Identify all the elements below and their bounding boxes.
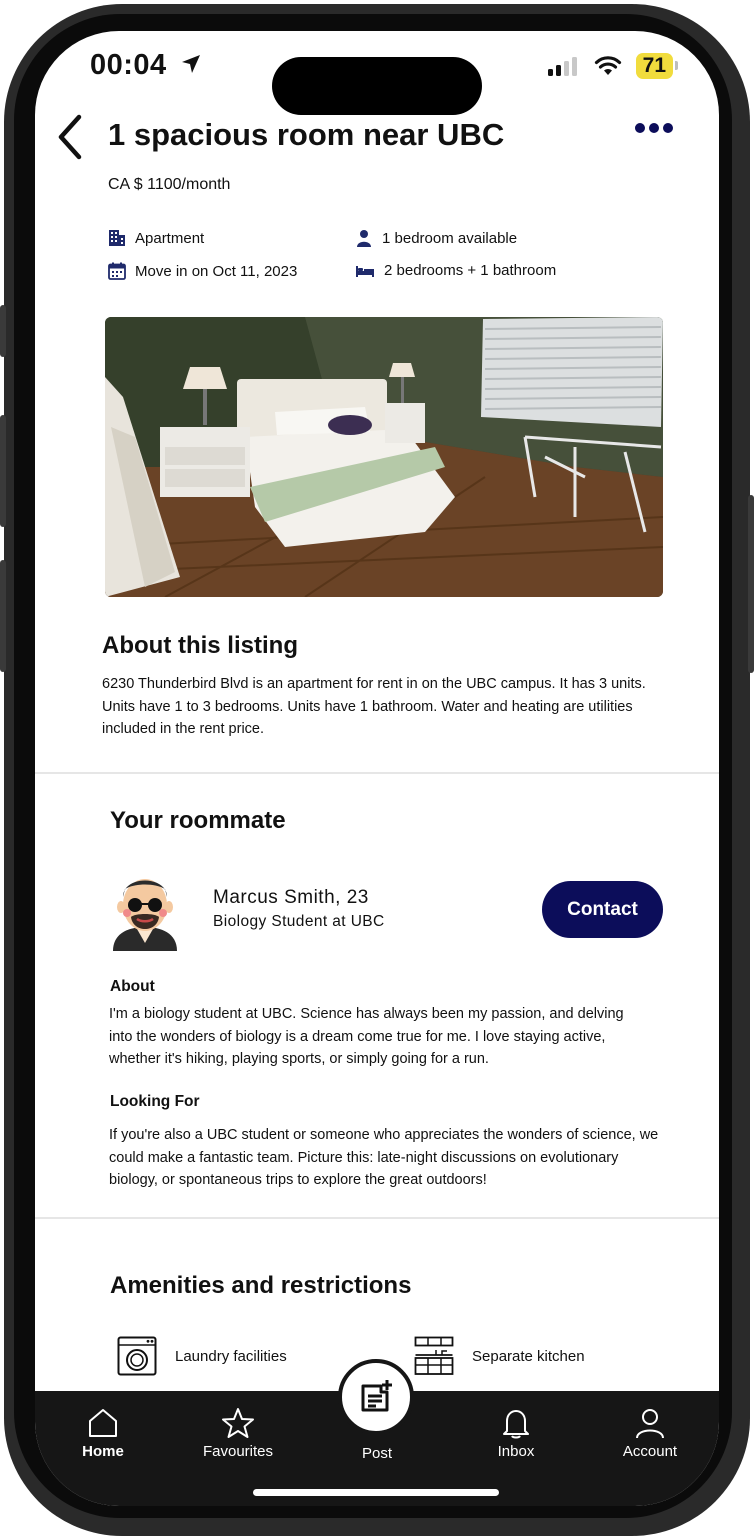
roommate-about-text: I'm a biology student at UBC. Science ha… <box>109 1006 624 1067</box>
power-button <box>748 495 754 673</box>
listing-title: 1 spacious room near UBC <box>108 117 505 152</box>
roommate-subtitle: Biology Student at UBC <box>213 913 385 930</box>
about-listing-heading: About this listing <box>102 632 298 659</box>
fact-bedrooms-available-label: 1 bedroom available <box>382 229 518 247</box>
listing-price: CA $ 1100/month <box>108 176 231 193</box>
washing-machine-icon <box>117 1336 157 1376</box>
silent-switch <box>0 305 6 357</box>
wifi-icon <box>594 56 621 75</box>
more-options-button[interactable] <box>635 123 673 133</box>
tab-label: Home <box>82 1443 124 1460</box>
section-divider <box>35 1217 719 1219</box>
roommate-about-heading: About <box>110 978 155 995</box>
kitchen-icon <box>414 1336 454 1375</box>
user-icon <box>636 1409 664 1439</box>
dynamic-island <box>272 57 482 115</box>
bell-icon <box>503 1410 529 1439</box>
location-arrow-icon <box>182 55 200 73</box>
about-listing-text: 6230 Thunderbird Blvd is an apartment fo… <box>102 676 646 737</box>
status-time: 00:04 <box>90 49 167 81</box>
calendar-icon <box>108 262 126 280</box>
tab-inbox[interactable]: Inbox <box>456 1391 576 1471</box>
home-icon <box>89 1409 117 1437</box>
battery-indicator: 71 <box>635 53 679 79</box>
fact-bedrooms-available: 1 bedroom available <box>355 229 517 247</box>
building-icon <box>109 230 125 246</box>
fact-type-label: Apartment <box>135 229 205 247</box>
more-dot <box>649 123 659 133</box>
tab-label: Inbox <box>497 1443 535 1460</box>
avatar[interactable] <box>107 867 183 951</box>
bed-icon <box>356 266 374 277</box>
tab-label: Account <box>622 1443 678 1460</box>
more-dot <box>635 123 645 133</box>
fact-layout-label: 2 bedrooms + 1 bathroom <box>384 261 557 279</box>
tab-label: Favourites <box>202 1443 274 1460</box>
screen: 00:04 71 1 spacious room near UBC CA $ 1… <box>35 31 719 1506</box>
looking-for-heading: Looking For <box>110 1093 200 1110</box>
tab-post[interactable]: Post <box>317 1431 437 1471</box>
post-add-icon <box>361 1380 392 1412</box>
cellular-signal-icon <box>547 57 577 76</box>
amenity-laundry: Laundry facilities <box>117 1336 287 1376</box>
amenity-label: Laundry facilities <box>175 1347 287 1365</box>
fact-layout: 2 bedrooms + 1 bathroom <box>355 261 556 279</box>
amenity-kitchen: Separate kitchen <box>414 1336 585 1376</box>
fact-move-in-label: Move in on Oct 11, 2023 <box>135 262 298 280</box>
status-indicators: 71 <box>547 53 679 79</box>
fact-type: Apartment <box>108 229 204 247</box>
star-icon <box>222 1408 254 1438</box>
tab-account[interactable]: Account <box>590 1391 710 1471</box>
back-button[interactable] <box>55 113 85 161</box>
roommate-name: Marcus Smith, 23 <box>213 887 369 908</box>
volume-up-button <box>0 415 6 527</box>
tab-home[interactable]: Home <box>43 1391 163 1471</box>
tab-label: Post <box>361 1445 392 1462</box>
post-button[interactable] <box>338 1359 414 1435</box>
tab-favourites[interactable]: Favourites <box>178 1391 298 1471</box>
fact-move-in: Move in on Oct 11, 2023 <box>108 262 297 280</box>
amenities-heading: Amenities and restrictions <box>110 1272 412 1299</box>
contact-button[interactable]: Contact <box>542 881 663 938</box>
home-indicator[interactable] <box>253 1489 499 1496</box>
amenity-label: Separate kitchen <box>472 1347 585 1365</box>
more-dot <box>663 123 673 133</box>
person-icon <box>357 230 371 247</box>
room-photo[interactable] <box>105 317 663 597</box>
looking-for-text: If you're also a UBC student or someone … <box>109 1127 659 1188</box>
section-divider <box>35 772 719 774</box>
roommate-heading: Your roommate <box>110 807 286 834</box>
volume-down-button <box>0 560 6 672</box>
